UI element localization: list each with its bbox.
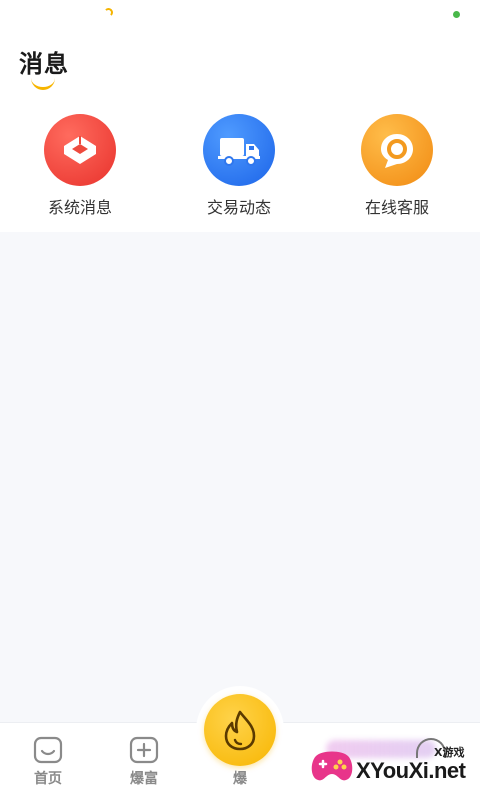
watermark: X游戏 XYouXi.net (306, 738, 478, 796)
shortcut-system-messages[interactable]: 系统消息 (30, 114, 130, 218)
shortcut-label: 在线客服 (364, 198, 429, 217)
nav-label: 爆富 (130, 771, 158, 787)
shortcut-trade-updates[interactable]: 交易动态 (189, 114, 289, 218)
plus-box-icon (129, 736, 159, 764)
status-indicator-icon (104, 8, 113, 17)
watermark-main-text: XYouXi.net (356, 758, 466, 783)
nav-item-baofu[interactable]: 爆富 (114, 736, 174, 788)
gift-box-icon (44, 114, 116, 186)
nav-label: 首页 (34, 771, 62, 787)
shortcut-label: 系统消息 (47, 198, 112, 217)
shortcut-label: 交易动态 (206, 198, 271, 217)
truck-icon (203, 114, 275, 186)
chat-bubble-icon (361, 114, 433, 186)
shortcut-online-service[interactable]: 在线客服 (347, 114, 447, 218)
page-title: 消息 (19, 50, 69, 78)
nav-label-bao: 爆 (233, 771, 247, 787)
home-icon (33, 736, 63, 764)
online-dot-icon (453, 11, 460, 18)
gamepad-logo-icon (308, 746, 356, 786)
nav-item-home[interactable]: 首页 (18, 736, 78, 788)
flame-icon (224, 710, 256, 751)
center-flame-button[interactable] (204, 694, 276, 766)
